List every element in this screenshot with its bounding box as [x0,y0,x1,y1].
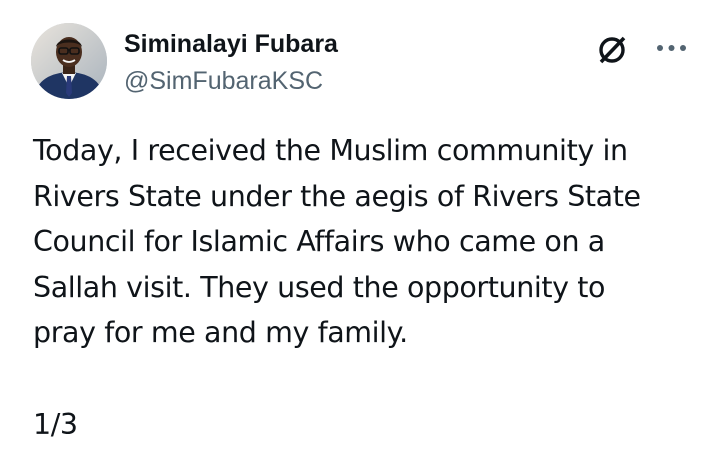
grok-button[interactable] [592,30,632,70]
thread-count: 1/3 [33,408,78,441]
tweet-text-line: Sallah visit. They used the opportunity … [33,270,606,304]
author-handle[interactable]: @SimFubaraKSC [124,65,323,97]
more-options-button[interactable] [652,36,692,60]
author-avatar[interactable] [31,23,107,99]
more-options-icon [657,45,686,51]
grok-icon [599,36,626,64]
tweet-text-line: Rivers State under the aegis of Rivers S… [33,179,641,213]
tweet-card[interactable]: Siminalayi Fubara @SimFubaraKSC Today, I… [0,0,720,462]
tweet-text-line: Council for Islamic Affairs who came on … [33,225,605,258]
tweet-text-line: Today, I received the Muslim community i… [33,134,628,167]
tweet-text-line: pray for me and my family. [33,316,408,349]
avatar-photo-icon [31,23,107,99]
author-display-name[interactable]: Siminalayi Fubara [124,28,338,60]
tweet-text: Today, I received the Muslim community i… [33,128,693,356]
